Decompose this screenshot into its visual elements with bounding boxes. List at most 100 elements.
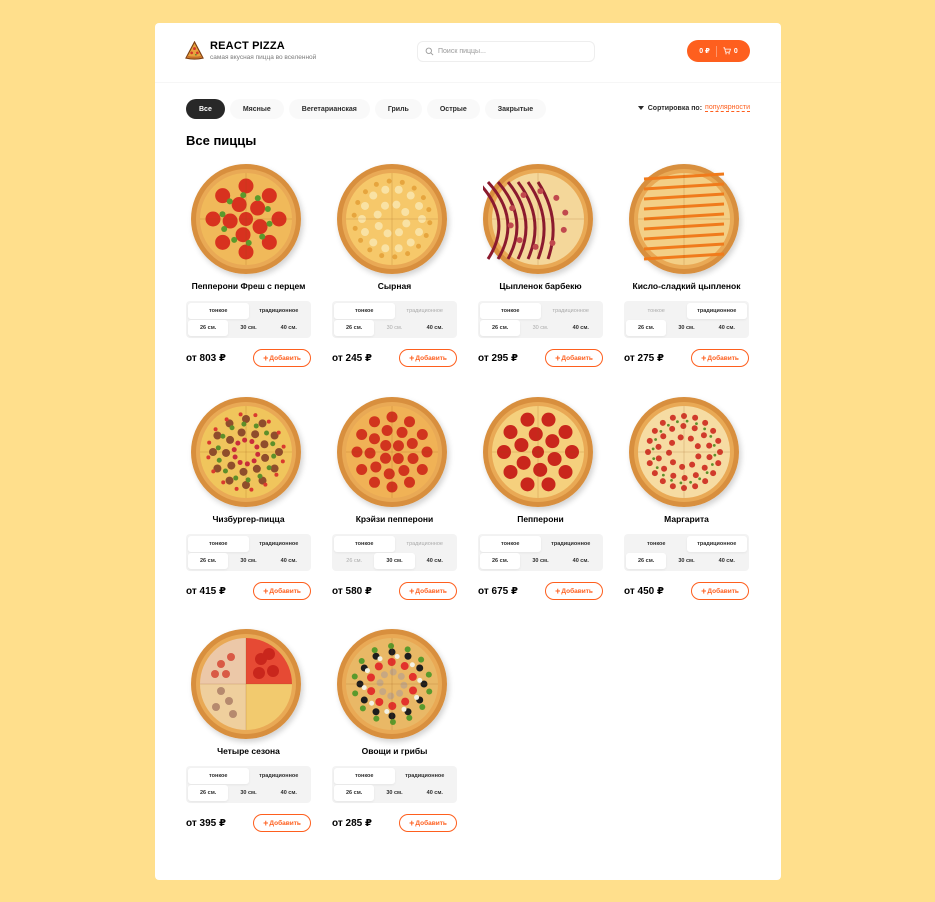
size-option[interactable]: 30 см. (666, 320, 706, 336)
size-row: 26 см. 30 см. 40 см. (188, 320, 309, 336)
size-option[interactable]: 30 см. (228, 785, 268, 801)
cart-count: 0 (733, 47, 738, 55)
category-vegetarian[interactable]: Вегетарианская (288, 99, 370, 119)
app-title: REACT PIZZA (210, 40, 285, 52)
pizza-image (191, 629, 301, 739)
size-option[interactable]: 26 см. (334, 785, 375, 801)
add-to-cart-button[interactable]: + Добавить (545, 349, 603, 367)
category-spicy[interactable]: Острые (426, 99, 480, 119)
plus-icon: + (701, 352, 707, 363)
pizza-card: Пепперони Фреш с перцем тонкое традиционн… (186, 163, 311, 375)
size-option[interactable]: 30 см. (666, 553, 706, 569)
pizza-price: от 275 ₽ (624, 353, 664, 364)
dough-type-option[interactable]: традиционное (686, 536, 747, 552)
dough-type-option[interactable]: традиционное (395, 768, 456, 784)
dough-type-option[interactable]: тонкое (626, 303, 687, 319)
size-option[interactable]: 26 см. (626, 553, 667, 569)
dough-type-option[interactable]: традиционное (541, 536, 602, 552)
pizza-options: тонкое традиционное 26 см. 30 см. 40 см. (624, 534, 749, 571)
add-to-cart-button[interactable]: + Добавить (691, 582, 749, 600)
category-grill[interactable]: Гриль (374, 99, 422, 119)
add-to-cart-button[interactable]: + Добавить (253, 814, 311, 832)
cart-divider (715, 45, 717, 57)
category-all[interactable]: Все (186, 99, 225, 119)
dough-type-option[interactable]: традиционное (395, 303, 456, 319)
size-option[interactable]: 40 см. (707, 553, 747, 569)
size-option[interactable]: 40 см. (269, 320, 309, 336)
dough-type-option[interactable]: тонкое (480, 303, 541, 319)
size-option[interactable]: 30 см. (520, 553, 560, 569)
size-option[interactable]: 40 см. (415, 785, 455, 801)
dough-type-option[interactable]: традиционное (249, 303, 310, 319)
size-option[interactable]: 40 см. (561, 320, 601, 336)
pizza-card: Пепперони тонкое традиционное 26 см. 30 см… (478, 396, 603, 608)
dough-type-option[interactable]: традиционное (249, 536, 310, 552)
dough-type-option[interactable]: тонкое (188, 768, 249, 784)
size-option[interactable]: 30 см. (228, 320, 268, 336)
pizza-options: тонкое традиционное 26 см. 30 см. 40 см. (186, 534, 311, 571)
dough-type-row: тонкое традиционное (480, 536, 601, 552)
dough-type-row: тонкое традиционное (334, 768, 455, 784)
search-input[interactable] (438, 48, 588, 55)
size-option[interactable]: 40 см. (707, 320, 747, 336)
plus-icon: + (701, 585, 707, 596)
dough-type-option[interactable]: традиционное (395, 536, 456, 552)
dough-type-option[interactable]: тонкое (480, 536, 541, 552)
size-option[interactable]: 40 см. (415, 320, 455, 336)
size-option[interactable]: 26 см. (480, 553, 521, 569)
dough-type-option[interactable]: тонкое (334, 303, 395, 319)
size-option[interactable]: 26 см. (188, 320, 229, 336)
size-option[interactable]: 40 см. (561, 553, 601, 569)
size-option[interactable]: 26 см. (334, 553, 374, 569)
sort-value-link[interactable]: популярности (705, 104, 750, 112)
pizza-card: Цыпленок барбекю тонкое традиционное 26 с… (476, 163, 603, 375)
dough-type-option[interactable]: традиционное (541, 303, 602, 319)
dough-type-option[interactable]: тонкое (188, 536, 249, 552)
category-meat[interactable]: Мясные (229, 99, 284, 119)
pizza-price: от 580 ₽ (332, 586, 372, 597)
size-option[interactable]: 30 см. (374, 320, 414, 336)
size-option[interactable]: 40 см. (269, 785, 309, 801)
dough-type-option[interactable]: тонкое (188, 303, 249, 319)
dough-type-option[interactable]: традиционное (686, 303, 747, 319)
search-box[interactable] (417, 41, 595, 62)
dough-type-option[interactable]: тонкое (334, 536, 395, 552)
dough-type-option[interactable]: тонкое (334, 768, 395, 784)
add-to-cart-button[interactable]: + Добавить (691, 349, 749, 367)
size-row: 26 см. 30 см. 40 см. (334, 553, 455, 569)
size-option[interactable]: 26 см. (188, 553, 229, 569)
size-option[interactable]: 26 см. (334, 320, 375, 336)
category-closed[interactable]: Закрытые (484, 99, 547, 119)
pizza-card: Четыре сезона тонкое традиционное 26 см. 3… (186, 628, 311, 840)
add-to-cart-button[interactable]: + Добавить (253, 582, 311, 600)
add-to-cart-button[interactable]: + Добавить (399, 582, 457, 600)
add-to-cart-button[interactable]: + Добавить (253, 349, 311, 367)
cart-button[interactable]: 0 ₽ 0 (687, 40, 750, 62)
size-option[interactable]: 30 см. (374, 785, 414, 801)
app-subtitle: самая вкусная пицца во вселенной (210, 54, 317, 61)
add-to-cart-button[interactable]: + Добавить (545, 582, 603, 600)
logo[interactable]: REACT PIZZA самая вкусная пицца во вселе… (185, 40, 316, 61)
pizza-card: Кисло-сладкий цыпленок тонкое традиционно… (624, 163, 749, 375)
add-to-cart-button[interactable]: + Добавить (399, 814, 457, 832)
size-option[interactable]: 26 см. (626, 320, 667, 336)
size-option[interactable]: 26 см. (480, 320, 521, 336)
size-option[interactable]: 26 см. (188, 785, 229, 801)
pizza-name: Пепперони Фреш с перцем (191, 281, 306, 291)
dough-type-row: тонкое традиционное (480, 303, 601, 319)
add-to-cart-button[interactable]: + Добавить (399, 349, 457, 367)
add-button-label: Добавить (707, 354, 739, 362)
size-option[interactable]: 40 см. (415, 553, 455, 569)
plus-icon: + (409, 585, 415, 596)
size-row: 26 см. 30 см. 40 см. (626, 320, 747, 336)
pizza-price: от 245 ₽ (332, 353, 372, 364)
size-option[interactable]: 40 см. (269, 553, 309, 569)
plus-icon: + (555, 352, 561, 363)
size-option[interactable]: 30 см. (374, 553, 415, 569)
size-option[interactable]: 30 см. (228, 553, 268, 569)
size-option[interactable]: 30 см. (520, 320, 560, 336)
dough-type-option[interactable]: тонкое (626, 536, 687, 552)
dough-type-option[interactable]: традиционное (249, 768, 310, 784)
category-filter: Все Мясные Вегетарианская Гриль Острые З… (186, 99, 551, 119)
dough-type-row: тонкое традиционное (626, 303, 747, 319)
